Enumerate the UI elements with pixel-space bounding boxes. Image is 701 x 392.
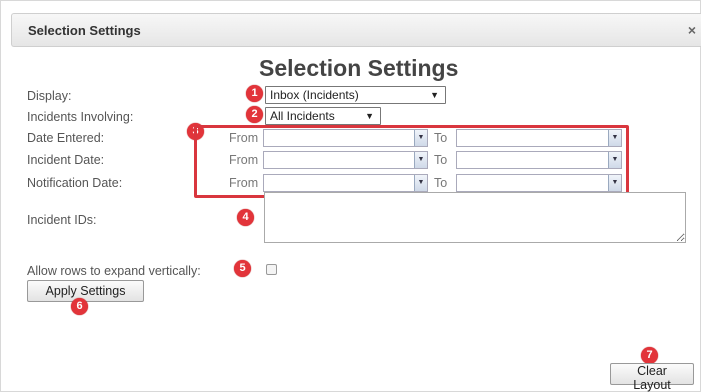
display-label: Display: xyxy=(27,89,72,103)
annotation-badge-4: 4 xyxy=(237,209,254,226)
chevron-down-icon: ▼ xyxy=(430,90,439,100)
expand-rows-label: Allow rows to expand vertically: xyxy=(27,264,201,278)
notification-date-label: Notification Date: xyxy=(27,176,123,190)
page-heading: Selection Settings xyxy=(259,55,459,81)
close-icon[interactable]: × xyxy=(688,22,696,38)
annotation-badge-6: 6 xyxy=(71,298,88,315)
clear-layout-button[interactable]: Clear Layout xyxy=(610,363,694,392)
display-select-value: Inbox (Incidents) xyxy=(270,88,359,102)
date-entered-label: Date Entered: xyxy=(27,131,105,145)
date-fields-highlight xyxy=(194,125,629,198)
incidents-involving-value: All Incidents xyxy=(270,109,335,123)
dialog-titlebar: Selection Settings × xyxy=(11,13,701,47)
annotation-badge-5: 5 xyxy=(234,260,251,277)
selection-settings-dialog: Selection Settings × Selection Settings … xyxy=(0,0,701,392)
annotation-badge-2: 2 xyxy=(246,106,263,123)
annotation-badge-1: 1 xyxy=(246,85,263,102)
chevron-down-icon: ▼ xyxy=(365,111,374,121)
incidents-involving-select[interactable]: All Incidents ▼ xyxy=(265,107,381,125)
dialog-title: Selection Settings xyxy=(28,23,141,38)
annotation-badge-7: 7 xyxy=(641,347,658,364)
incident-date-label: Incident Date: xyxy=(27,153,105,167)
display-select[interactable]: Inbox (Incidents) ▼ xyxy=(265,86,446,104)
expand-rows-checkbox[interactable] xyxy=(266,264,277,275)
apply-settings-button[interactable]: Apply Settings xyxy=(27,280,144,302)
incident-ids-textarea[interactable] xyxy=(264,192,686,243)
incidents-involving-label: Incidents Involving: xyxy=(27,110,134,124)
incident-ids-label: Incident IDs: xyxy=(27,213,97,227)
